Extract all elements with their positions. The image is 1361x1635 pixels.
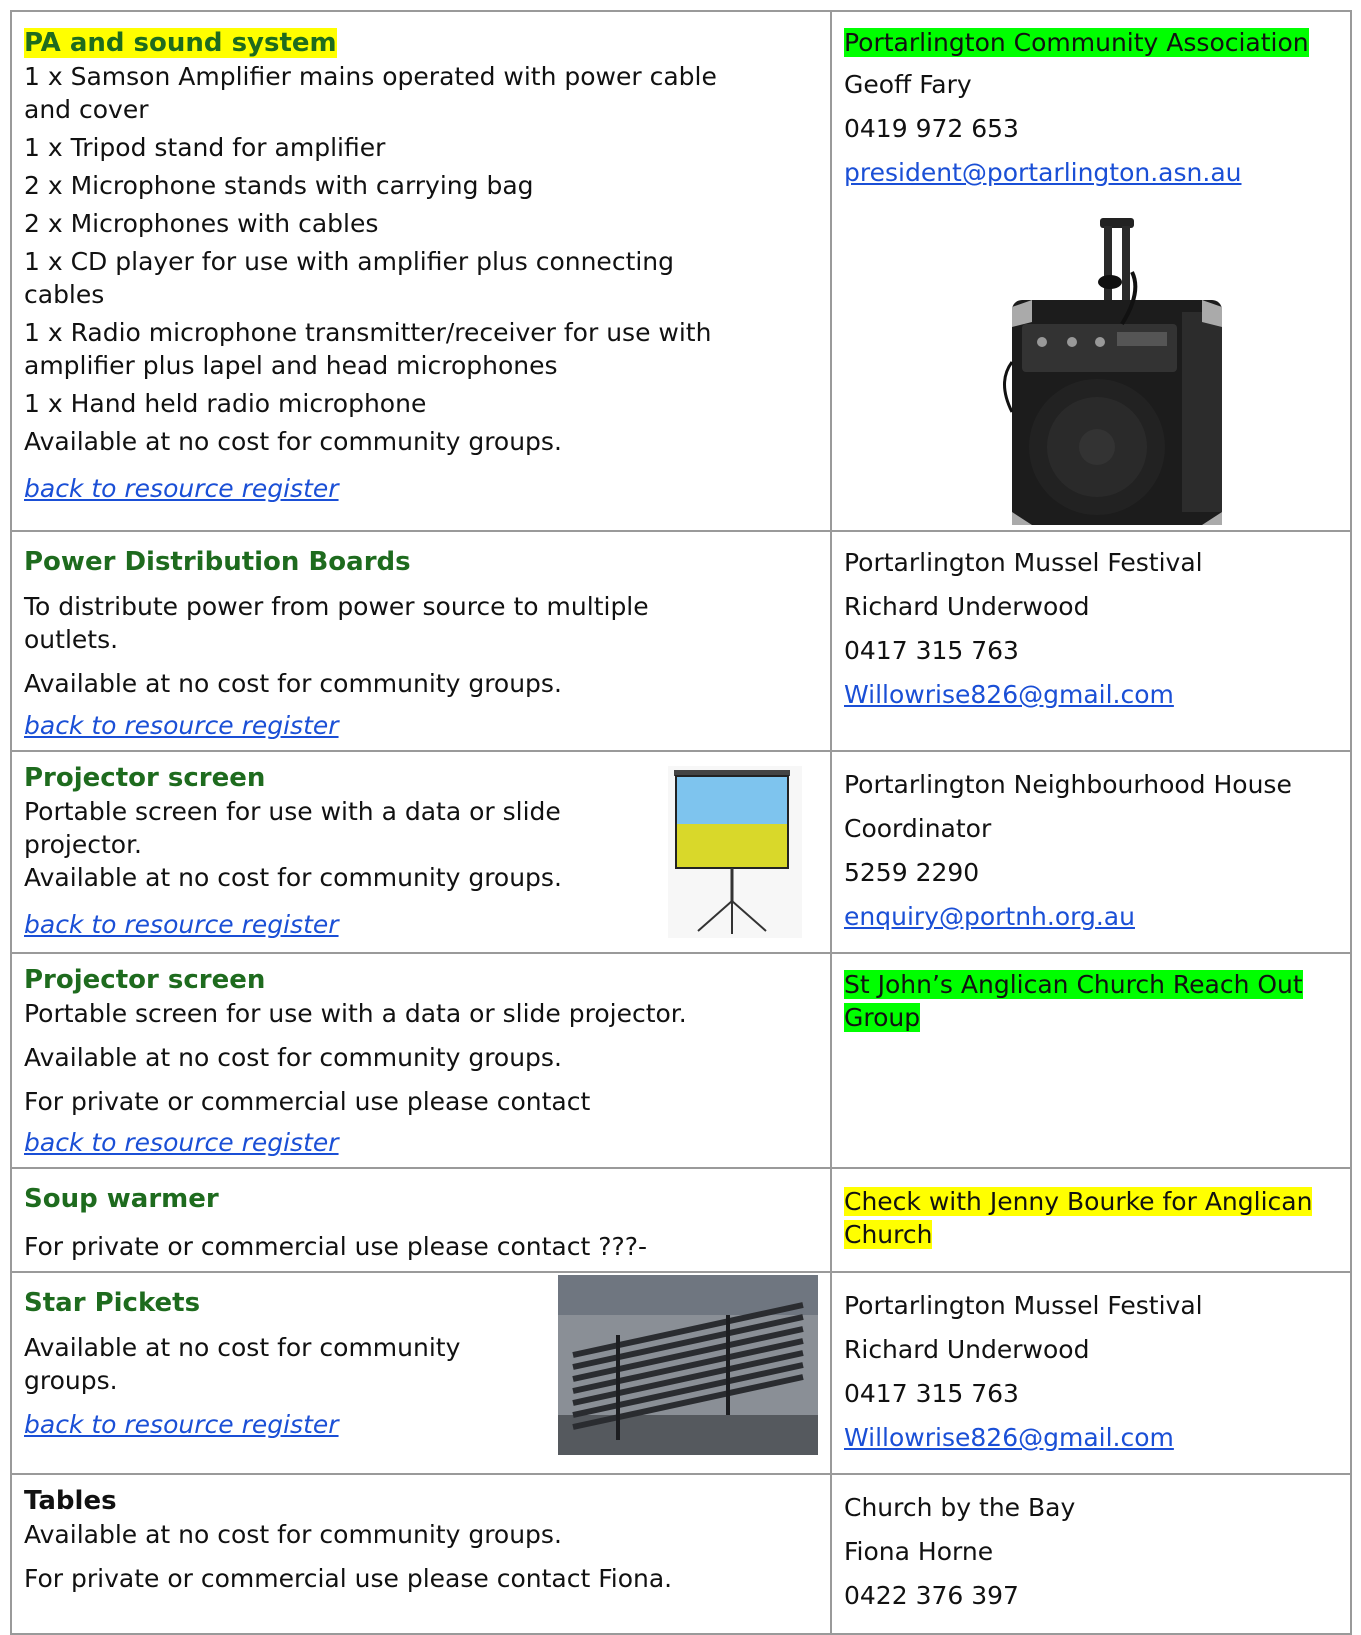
resource-register-table: PA and sound system 1 x Samson Amplifier… <box>10 10 1352 1635</box>
org-name: St John’s Anglican Church Reach Out Grou… <box>844 970 1303 1032</box>
org-name: Portarlington Community Association <box>844 28 1309 57</box>
org-name: Portarlington Neighbourhood House <box>844 770 1292 799</box>
back-to-register-link[interactable]: back to resource register <box>24 474 339 503</box>
org-name: Portarlington Mussel Festival <box>844 548 1203 577</box>
resource-line: For private or commercial use please con… <box>24 1564 673 1593</box>
contact-phone: 0422 376 397 <box>844 1581 1019 1610</box>
resource-line: 2 x Microphones with cables <box>24 209 379 238</box>
contact-cell: Check with Jenny Bourke for Anglican Chu… <box>830 1167 1352 1273</box>
resource-title: Tables <box>24 1486 117 1516</box>
resource-title: Soup warmer <box>24 1184 219 1214</box>
org-name: Portarlington Mussel Festival <box>844 1291 1203 1320</box>
resource-line: Available at no cost for community group… <box>24 863 562 892</box>
contact-name: Coordinator <box>844 814 992 843</box>
table-row: Power Distribution Boards To distribute … <box>10 530 1352 752</box>
contact-cell: Portarlington Neighbourhood House Coordi… <box>830 750 1352 954</box>
contact-cell: Portarlington Community Association Geof… <box>830 10 1352 532</box>
contact-phone: 0419 972 653 <box>844 114 1019 143</box>
resource-cell: Tables Available at no cost for communit… <box>10 1473 832 1635</box>
resource-line: 1 x Radio microphone transmitter/receive… <box>24 318 712 380</box>
table-row: Soup warmer For private or commercial us… <box>10 1167 1352 1273</box>
contact-email-link[interactable]: Willowrise826@gmail.com <box>844 1423 1174 1452</box>
resource-cell: Projector screen Portable screen for use… <box>10 750 832 954</box>
pa-speaker-image <box>1003 218 1222 525</box>
contact-phone: 0417 315 763 <box>844 1379 1019 1408</box>
resource-cell: Star Pickets Available at no cost for co… <box>10 1271 832 1475</box>
contact-email-link[interactable]: Willowrise826@gmail.com <box>844 680 1174 709</box>
resource-line: 1 x CD player for use with amplifier plu… <box>24 247 675 309</box>
org-name: Church by the Bay <box>844 1493 1076 1522</box>
projector-screen-image <box>668 766 802 938</box>
resource-line: Available at no cost for community group… <box>24 1333 461 1395</box>
back-to-register-link[interactable]: back to resource register <box>24 1410 339 1439</box>
resource-line: Available at no cost for community group… <box>24 1043 562 1072</box>
contact-name: Fiona Horne <box>844 1537 994 1566</box>
resource-line: Available at no cost for community group… <box>24 669 562 698</box>
resource-line: Available at no cost for community group… <box>24 427 562 456</box>
contact-cell: St John’s Anglican Church Reach Out Grou… <box>830 952 1352 1169</box>
resource-cell: PA and sound system 1 x Samson Amplifier… <box>10 10 832 532</box>
contact-name: Richard Underwood <box>844 592 1090 621</box>
table-row: PA and sound system 1 x Samson Amplifier… <box>10 10 1352 532</box>
resource-line: 2 x Microphone stands with carrying bag <box>24 171 534 200</box>
contact-cell: Portarlington Mussel Festival Richard Un… <box>830 530 1352 752</box>
resource-line: 1 x Tripod stand for amplifier <box>24 133 386 162</box>
resource-line: Portable screen for use with a data or s… <box>24 999 687 1028</box>
resource-line: To distribute power from power source to… <box>24 592 649 654</box>
contact-email-link[interactable]: enquiry@portnh.org.au <box>844 902 1135 931</box>
resource-title: Projector screen <box>24 965 266 995</box>
resource-cell: Projector screen Portable screen for use… <box>10 952 832 1169</box>
contact-phone: 0417 315 763 <box>844 636 1019 665</box>
resource-cell: Soup warmer For private or commercial us… <box>10 1167 832 1273</box>
resource-line: 1 x Hand held radio microphone <box>24 389 427 418</box>
back-to-register-link[interactable]: back to resource register <box>24 910 339 939</box>
back-to-register-link[interactable]: back to resource register <box>24 1128 339 1157</box>
contact-name: Richard Underwood <box>844 1335 1090 1364</box>
contact-phone: 5259 2290 <box>844 858 980 887</box>
contact-cell: Church by the Bay Fiona Horne 0422 376 3… <box>830 1473 1352 1635</box>
resource-line: For private or commercial use please con… <box>24 1232 648 1261</box>
table-row: Tables Available at no cost for communit… <box>10 1473 1352 1635</box>
back-to-register-link[interactable]: back to resource register <box>24 711 339 740</box>
resource-line: For private or commercial use please con… <box>24 1087 591 1116</box>
resource-line: Available at no cost for community group… <box>24 1520 562 1549</box>
resource-line: 1 x Samson Amplifier mains operated with… <box>24 62 717 124</box>
resource-title: PA and sound system <box>24 28 337 58</box>
star-pickets-image <box>558 1275 818 1455</box>
table-row: Star Pickets Available at no cost for co… <box>10 1271 1352 1475</box>
org-name: Check with Jenny Bourke for Anglican Chu… <box>844 1187 1313 1249</box>
table-row: Projector screen Portable screen for use… <box>10 750 1352 954</box>
contact-email-link[interactable]: president@portarlington.asn.au <box>844 158 1242 187</box>
resource-title: Power Distribution Boards <box>24 547 411 577</box>
table-row: Projector screen Portable screen for use… <box>10 952 1352 1169</box>
resource-line: Portable screen for use with a data or s… <box>24 797 561 859</box>
contact-name: Geoff Fary <box>844 70 972 99</box>
resource-cell: Power Distribution Boards To distribute … <box>10 530 832 752</box>
contact-cell: Portarlington Mussel Festival Richard Un… <box>830 1271 1352 1475</box>
